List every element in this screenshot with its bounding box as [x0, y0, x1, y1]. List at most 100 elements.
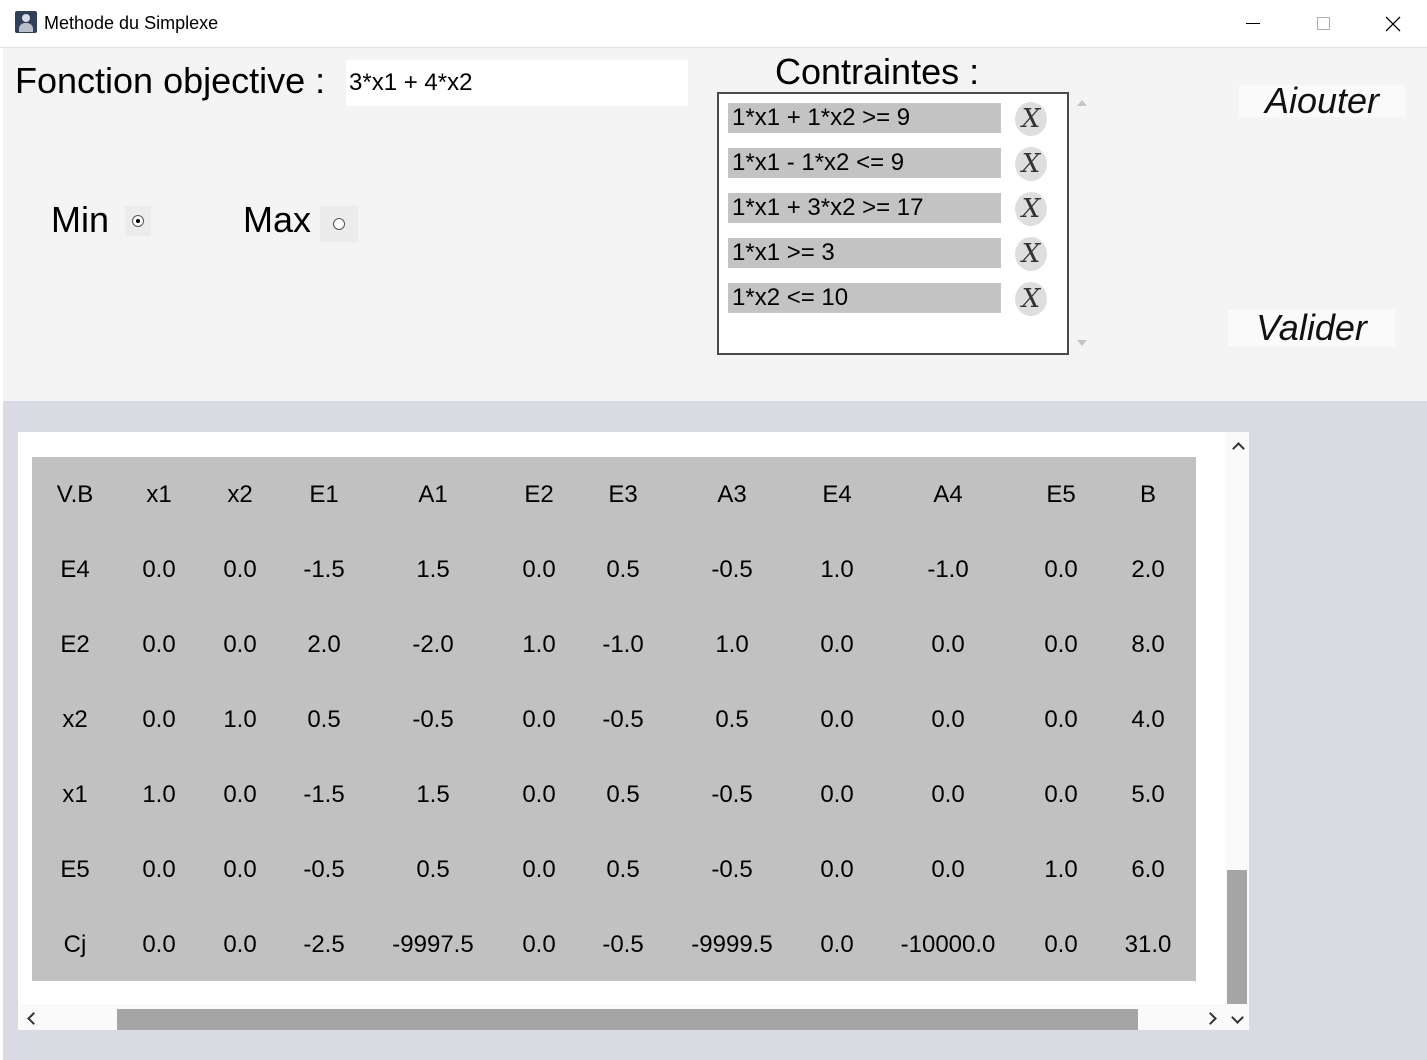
- tableau-cell: E2: [60, 631, 90, 658]
- vertical-scroll-thumb[interactable]: [1227, 870, 1247, 1004]
- delete-constraint-button[interactable]: X: [1015, 237, 1047, 271]
- tableau-header-cell: A3: [717, 481, 747, 508]
- tableau-cell: 0.0: [223, 631, 257, 658]
- chevron-left-icon[interactable]: [27, 1012, 40, 1025]
- simplex-tableau: V.B x1 x2 E1 A1 E2 E3 A3 E4 A4 E5 B E4 0.0 0.0 -1.5 1.5 0…: [32, 457, 1196, 981]
- tableau-cell: -0.5: [711, 781, 753, 808]
- tableau-cell: 31.0: [1124, 931, 1172, 958]
- tableau-cell: 0.0: [820, 631, 854, 658]
- tableau-cell: E4: [60, 556, 90, 583]
- tableau-cell: 0.0: [522, 931, 556, 958]
- tableau-vertical-scrollbar[interactable]: [1225, 432, 1249, 1030]
- add-button[interactable]: Aiouter: [1239, 80, 1405, 121]
- tableau-cell: 0.5: [606, 556, 640, 583]
- scroll-down-icon[interactable]: [1077, 340, 1087, 346]
- tableau-cell: -0.5: [412, 706, 454, 733]
- tableau-cell: 1.0: [1044, 856, 1078, 883]
- constraint-input[interactable]: [728, 283, 1001, 313]
- tableau-cell: 0.0: [1044, 631, 1078, 658]
- close-icon: [1385, 16, 1401, 31]
- maximize-icon: [1316, 17, 1330, 30]
- tableau-cell: 0.0: [931, 631, 965, 658]
- tableau-cell: -1.5: [303, 781, 345, 808]
- constraints-list: X X X X X: [717, 92, 1069, 355]
- tableau-cell: 1.0: [715, 631, 749, 658]
- min-radio[interactable]: [125, 206, 151, 236]
- tableau-cell: 0.0: [142, 856, 176, 883]
- tableau-cell: 1.5: [416, 556, 450, 583]
- tableau-cell: 0.0: [223, 856, 257, 883]
- tableau-cell: 0.0: [820, 781, 854, 808]
- delete-constraint-button[interactable]: X: [1015, 282, 1047, 316]
- tableau-header-cell: A4: [933, 481, 963, 508]
- tableau-cell: 0.0: [522, 781, 556, 808]
- delete-x-icon: X: [1021, 239, 1041, 269]
- objective-label: Fonction objective :: [15, 60, 326, 101]
- tableau-cell: 0.0: [522, 556, 556, 583]
- tableau-header-cell: A1: [418, 481, 448, 508]
- constraint-input[interactable]: [728, 193, 1001, 223]
- constraints-title: Contraintes :: [775, 51, 980, 92]
- app-icon: [15, 11, 37, 33]
- maximize-button[interactable]: [1288, 0, 1358, 47]
- tableau-header-cell: E1: [309, 481, 339, 508]
- tableau-cell: 0.5: [416, 856, 450, 883]
- tableau-cell: 5.0: [1131, 781, 1165, 808]
- tableau-cell: -9997.5: [392, 931, 474, 958]
- tableau-cell: 0.0: [1044, 706, 1078, 733]
- tableau-cell: 0.0: [223, 556, 257, 583]
- tableau-header-cell: V.B: [56, 481, 94, 508]
- delete-constraint-button[interactable]: X: [1015, 147, 1047, 181]
- constraint-input[interactable]: [728, 238, 1001, 268]
- objective-input[interactable]: [346, 60, 688, 106]
- tableau-cell: x2: [62, 706, 88, 733]
- tableau-cell: 1.5: [416, 781, 450, 808]
- close-button[interactable]: [1358, 0, 1427, 47]
- tableau-cell: x1: [62, 781, 88, 808]
- tableau-header-cell: x2: [227, 481, 253, 508]
- scroll-up-icon[interactable]: [1077, 100, 1087, 106]
- delete-constraint-button[interactable]: X: [1015, 192, 1047, 226]
- horizontal-scroll-thumb[interactable]: [117, 1009, 1138, 1030]
- tableau-cell: -2.5: [303, 931, 345, 958]
- tableau-cell: Cj: [63, 931, 87, 958]
- constraints-scrollbar[interactable]: [1073, 92, 1093, 355]
- tableau-header-cell: E5: [1046, 481, 1076, 508]
- window-title: Methode du Simplexe: [44, 13, 219, 33]
- minimize-button[interactable]: [1218, 0, 1288, 47]
- chevron-right-icon[interactable]: [1204, 1012, 1217, 1025]
- tableau-cell: 2.0: [1131, 556, 1165, 583]
- chevron-up-icon[interactable]: [1232, 442, 1245, 455]
- tableau-header-cell: E3: [608, 481, 638, 508]
- tableau-cell: 0.0: [223, 781, 257, 808]
- constraint-input[interactable]: [728, 148, 1001, 178]
- tableau-cell: 0.0: [142, 706, 176, 733]
- tableau-cell: 0.5: [307, 706, 341, 733]
- tableau-cell: -9999.5: [691, 931, 773, 958]
- constraint-input[interactable]: [728, 103, 1001, 133]
- max-radio[interactable]: [320, 206, 358, 242]
- tableau-cell: 0.0: [931, 856, 965, 883]
- delete-x-icon: X: [1021, 284, 1041, 314]
- tableau-cell: -2.0: [412, 631, 454, 658]
- delete-constraint-button[interactable]: X: [1015, 102, 1047, 136]
- tableau-cell: -0.5: [602, 706, 644, 733]
- tableau-cell: -1.5: [303, 556, 345, 583]
- chevron-down-icon[interactable]: [1231, 1011, 1244, 1024]
- tableau-cell: 1.0: [223, 706, 257, 733]
- tableau-cell: 0.5: [715, 706, 749, 733]
- tableau-cell: 2.0: [307, 631, 341, 658]
- tableau-cell: 0.0: [931, 781, 965, 808]
- tableau-cell: 0.0: [142, 556, 176, 583]
- tableau-cell: 1.0: [142, 781, 176, 808]
- tableau-header-cell: B: [1139, 481, 1157, 508]
- tableau-horizontal-scrollbar[interactable]: [18, 1004, 1225, 1030]
- tableau-header-cell: E2: [524, 481, 554, 508]
- min-label: Min: [51, 199, 110, 240]
- tableau-cell: -0.5: [711, 856, 753, 883]
- tableau-cell: 0.0: [142, 631, 176, 658]
- tableau-cell: 0.0: [820, 931, 854, 958]
- minimize-icon: [1246, 23, 1260, 24]
- validate-button[interactable]: Valider: [1228, 307, 1395, 348]
- tableau-cell: 0.0: [522, 856, 556, 883]
